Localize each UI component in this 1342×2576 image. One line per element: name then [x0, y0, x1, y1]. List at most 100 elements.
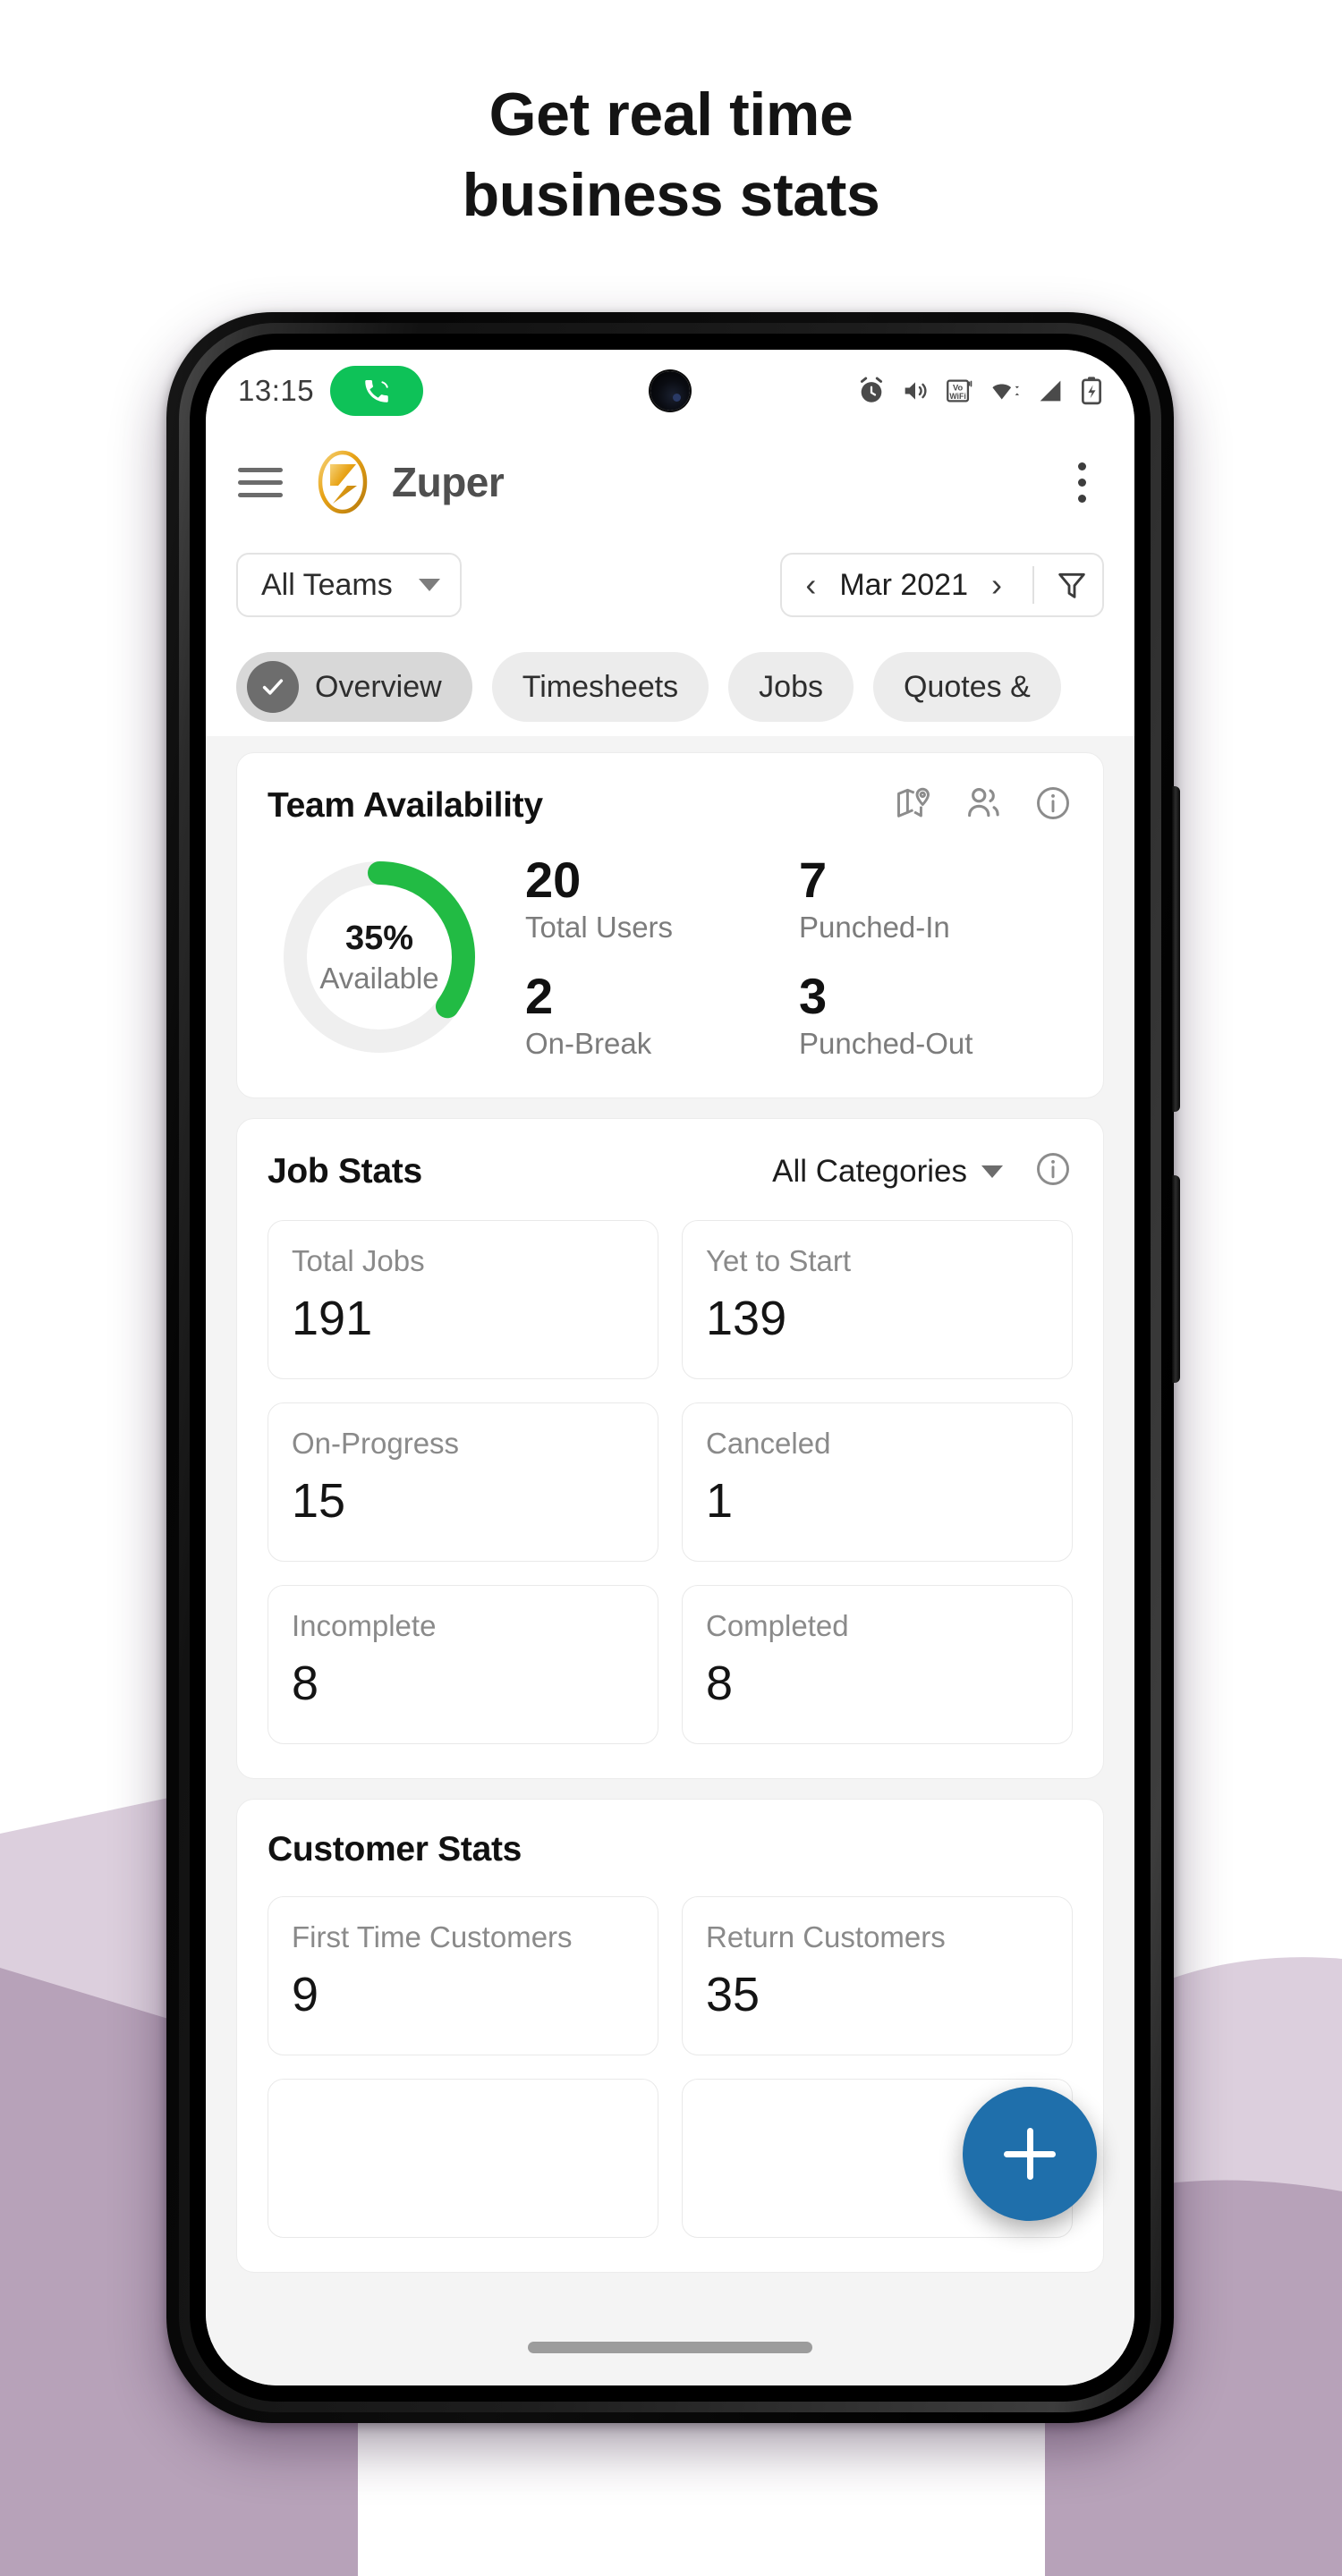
wifi-icon: [988, 376, 1022, 406]
tab-jobs[interactable]: Jobs: [728, 652, 854, 722]
donut-percent: 35%: [344, 919, 414, 957]
status-bar: 13:15 Vo WiFi: [206, 350, 1134, 432]
dashboard-content[interactable]: Team Availability 35% Available 20 Total…: [206, 736, 1134, 2385]
team-select-value: All Teams: [261, 567, 393, 602]
tab-label: Jobs: [759, 669, 823, 704]
job-stats-card: Job Stats All Categories Total Jobs 191 …: [236, 1118, 1104, 1779]
job-tile-incomplete[interactable]: Incomplete 8: [268, 1585, 658, 1744]
stat-value: 2: [525, 968, 554, 1024]
zuper-logo-icon: [313, 448, 372, 516]
map-pin-icon[interactable]: [894, 784, 933, 827]
category-select-value: All Categories: [772, 1153, 967, 1189]
phone-device-mockup: 13:15 Vo WiFi Zuper All Teams ‹ Mar 2021…: [166, 312, 1180, 2423]
stat-punched-in: 7 Punched-In: [799, 852, 1073, 945]
info-icon[interactable]: [1033, 1149, 1073, 1193]
tile-label: Completed: [706, 1609, 849, 1642]
filter-bar: All Teams ‹ Mar 2021 ›: [206, 532, 1134, 638]
team-select[interactable]: All Teams: [236, 553, 462, 617]
chevron-down-icon: [419, 579, 440, 591]
customer-stats-card: Customer Stats First Time Customers 9 Re…: [236, 1799, 1104, 2273]
chevron-down-icon: [981, 1165, 1003, 1178]
job-tile-total-jobs[interactable]: Total Jobs 191: [268, 1220, 658, 1379]
stat-label: On-Break: [525, 1027, 652, 1061]
card-title: Job Stats: [268, 1151, 422, 1191]
app-title: Zuper: [392, 459, 505, 505]
page-title: Get real time business stats: [0, 75, 1342, 236]
svg-text:WiFi: WiFi: [949, 392, 965, 401]
funnel-filter-icon[interactable]: [1047, 567, 1097, 603]
volume-button[interactable]: [1172, 786, 1180, 1112]
tile-value: 9: [292, 1968, 319, 2021]
stat-value: 20: [525, 851, 582, 908]
tab-label: Quotes &: [904, 669, 1031, 704]
category-select[interactable]: All Categories: [772, 1154, 1003, 1190]
vowifi-icon: Vo WiFi: [944, 376, 974, 406]
card-header: Job Stats All Categories: [268, 1149, 1073, 1193]
stat-label: Punched-Out: [799, 1027, 973, 1061]
hamburger-menu-icon[interactable]: [238, 467, 283, 497]
brand: Zuper: [313, 448, 505, 516]
plus-icon: [1026, 2128, 1033, 2180]
tab-quotes[interactable]: Quotes &: [873, 652, 1061, 722]
team-availability-stats: 20 Total Users 7 Punched-In 2 On-Break 3…: [525, 851, 1073, 1062]
card-header: Team Availability: [268, 784, 1073, 827]
donut-center-label: 35% Available: [273, 851, 486, 1063]
tile-value: 191: [292, 1292, 373, 1345]
tab-label: Timesheets: [522, 669, 679, 704]
power-button[interactable]: [1172, 1175, 1180, 1383]
availability-donut-chart: 35% Available: [273, 851, 486, 1063]
stat-on-break: 2 On-Break: [525, 968, 799, 1061]
stat-label: Punched-In: [799, 911, 950, 944]
customer-tile-first-time[interactable]: First Time Customers 9: [268, 1896, 658, 2055]
previous-month-button[interactable]: ‹: [787, 569, 834, 601]
current-period-label: Mar 2021: [839, 567, 968, 602]
tile-value: 8: [292, 1657, 319, 1710]
stat-total-users: 20 Total Users: [525, 851, 799, 945]
tile-label: Total Jobs: [292, 1244, 425, 1277]
customer-tile-return[interactable]: Return Customers 35: [682, 1896, 1073, 2055]
info-icon[interactable]: [1033, 784, 1073, 827]
more-vertical-icon[interactable]: [1061, 462, 1102, 503]
job-stats-grid: Total Jobs 191 Yet to Start 139 On-Progr…: [268, 1220, 1073, 1744]
alarm-icon: [856, 376, 887, 406]
period-navigator: ‹ Mar 2021 ›: [780, 553, 1104, 617]
tile-label: Yet to Start: [706, 1244, 852, 1277]
next-month-button[interactable]: ›: [973, 569, 1020, 601]
divider: [1032, 566, 1034, 604]
headline-line-1: Get real time: [488, 80, 854, 148]
job-tile-yet-to-start[interactable]: Yet to Start 139: [682, 1220, 1073, 1379]
customer-tile-extra-left[interactable]: [268, 2079, 658, 2238]
job-tile-on-progress[interactable]: On-Progress 15: [268, 1402, 658, 1562]
tile-label: First Time Customers: [292, 1920, 573, 1953]
signal-icon: [1035, 376, 1066, 406]
people-icon[interactable]: [964, 784, 1003, 827]
add-button[interactable]: [963, 2087, 1097, 2221]
stat-label: Total Users: [525, 911, 674, 944]
volume-icon: [900, 376, 930, 406]
tile-label: Return Customers: [706, 1920, 946, 1953]
status-bar-clock: 13:15: [238, 374, 315, 407]
tile-value: 139: [706, 1292, 787, 1345]
tile-label: Canceled: [706, 1427, 831, 1460]
phone-call-icon[interactable]: [330, 366, 424, 416]
customer-stats-grid: First Time Customers 9 Return Customers …: [268, 1896, 1073, 2238]
card-header: Customer Stats: [268, 1830, 1073, 1869]
tile-value: 8: [706, 1657, 734, 1710]
job-tile-canceled[interactable]: Canceled 1: [682, 1402, 1073, 1562]
tile-value: 15: [292, 1474, 346, 1528]
front-camera-punch-hole: [650, 371, 690, 411]
team-availability-body: 35% Available 20 Total Users 7 Punched-I…: [268, 851, 1073, 1063]
stat-value: 3: [799, 968, 828, 1024]
tile-value: 35: [706, 1968, 760, 2021]
tile-label: Incomplete: [292, 1609, 437, 1642]
tab-overview[interactable]: Overview: [236, 652, 472, 722]
tab-bar: Overview Timesheets Jobs Quotes &: [206, 638, 1134, 736]
tile-value: 1: [706, 1474, 734, 1528]
tab-timesheets[interactable]: Timesheets: [491, 652, 709, 722]
team-availability-card: Team Availability 35% Available 20 Total…: [236, 752, 1104, 1098]
gesture-navigation-bar[interactable]: [528, 2342, 812, 2353]
tile-label: On-Progress: [292, 1427, 460, 1460]
page-root: Get real time business stats 13:15 Vo Wi…: [0, 0, 1342, 2576]
card-title: Team Availability: [268, 785, 543, 825]
job-tile-completed[interactable]: Completed 8: [682, 1585, 1073, 1744]
